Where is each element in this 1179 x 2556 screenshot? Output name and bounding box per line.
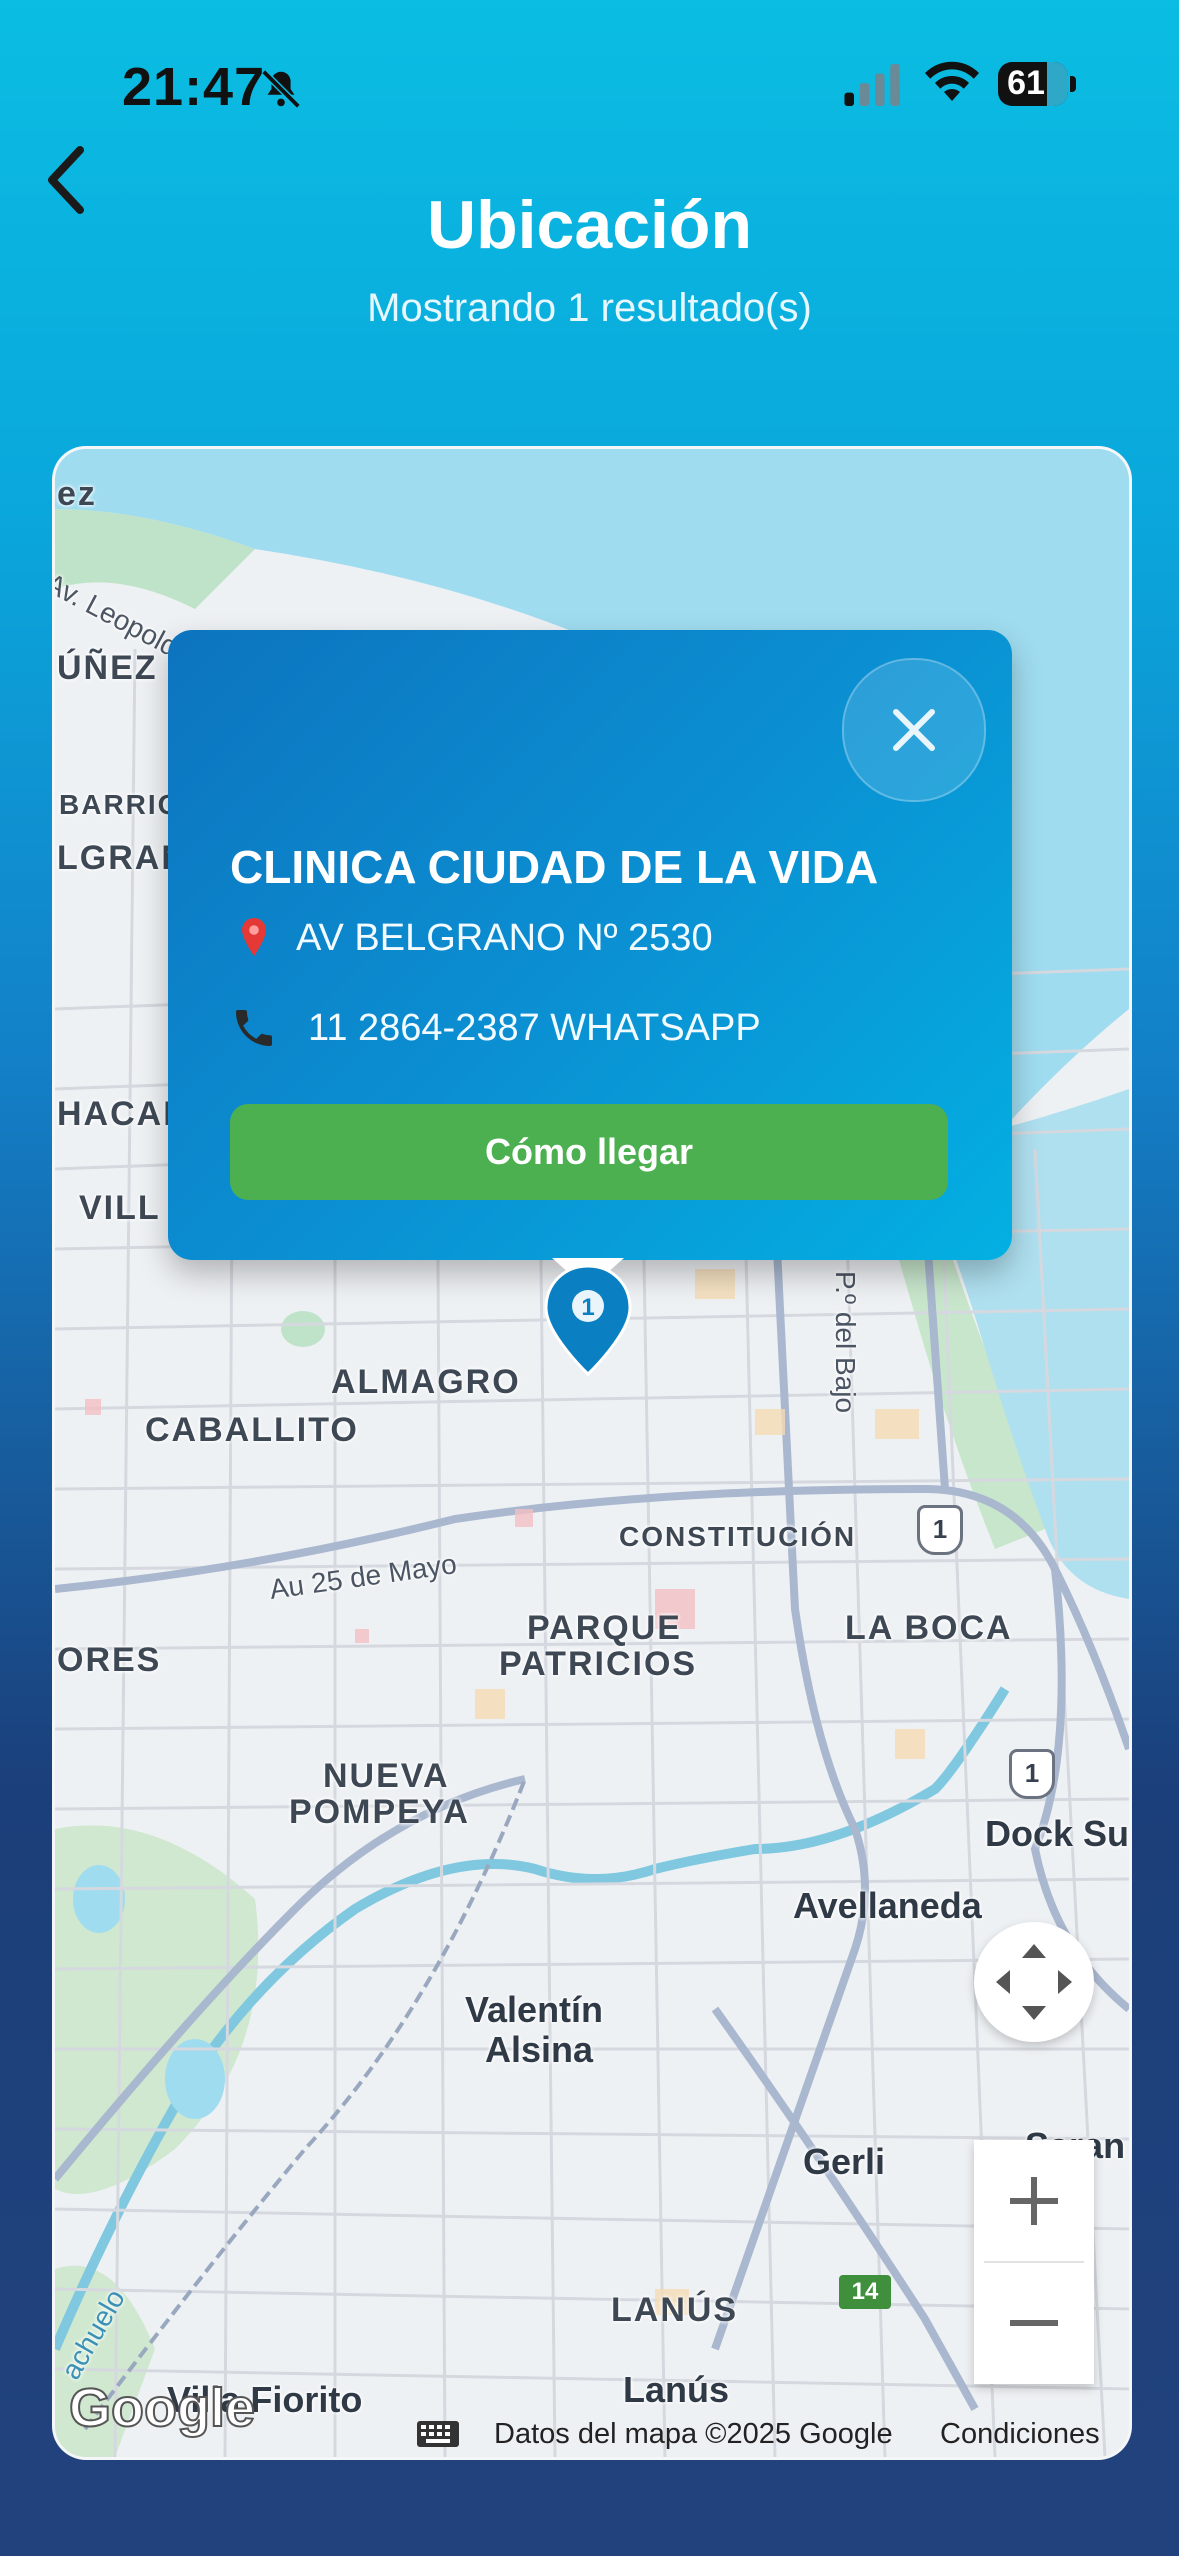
map-label: POMPEYA [289, 1793, 470, 1831]
route-badge: 1 [1009, 1749, 1055, 1799]
map-label: CABALLITO [145, 1411, 359, 1449]
map-label: LANÚS [611, 2291, 739, 2329]
zoom-in-button[interactable] [974, 2140, 1094, 2262]
route-badge: 1 [917, 1505, 963, 1555]
phone-text: 11 2864-2387 WHATSAPP [308, 1006, 761, 1049]
battery-level: 61 [1007, 64, 1045, 102]
pin-icon [242, 918, 266, 956]
zoom-out-button[interactable] [974, 2262, 1094, 2384]
map-label: CONSTITUCIÓN [619, 1521, 857, 1552]
marker-number: 1 [581, 1294, 594, 1321]
phone-row[interactable]: 11 2864-2387 WHATSAPP [230, 1004, 761, 1052]
cellular-signal-icon [844, 64, 900, 106]
map-label: ez [57, 475, 97, 513]
status-time: 21:47 [122, 57, 266, 117]
map-label: ORES [57, 1641, 162, 1679]
map-label: VILL [79, 1189, 161, 1227]
recenter-button[interactable] [974, 1922, 1094, 2042]
map-label: LA BOCA [845, 1609, 1013, 1647]
wifi-icon [925, 61, 979, 101]
location-name: CLINICA CIUDAD DE LA VIDA [230, 841, 879, 893]
results-count: Mostrando 1 resultado(s) [367, 286, 812, 330]
close-icon [893, 709, 935, 751]
location-marker[interactable]: 1 [540, 1262, 636, 1380]
map-label: Valentín [465, 1989, 604, 2030]
address-text: AV BELGRANO Nº 2530 [296, 916, 713, 959]
location-popup: CLINICA CIUDAD DE LA VIDA AV BELGRANO Nº… [168, 630, 1012, 1260]
map-attribution: Datos del mapa ©2025 Google [494, 2418, 893, 2450]
directions-button[interactable]: Cómo llegar [230, 1104, 948, 1200]
plus-icon [1010, 2177, 1058, 2225]
minus-icon [1010, 2320, 1058, 2326]
bell-slash-icon [261, 69, 301, 109]
map-label: Alsina [485, 2029, 594, 2070]
map-label: NUEVA [323, 1757, 450, 1795]
route-badge: 14 [839, 2275, 891, 2309]
page-title: Ubicación [427, 187, 752, 263]
terms-link[interactable]: Condiciones [940, 2418, 1100, 2451]
phone-icon [236, 1010, 272, 1046]
map-label: BARRIO [59, 789, 182, 820]
address-row: AV BELGRANO Nº 2530 [230, 914, 713, 962]
close-button[interactable] [842, 658, 986, 802]
recenter-arrows-icon [996, 1944, 1072, 2020]
battery-icon: 61 [998, 62, 1076, 108]
map-label: ALMAGRO [331, 1363, 521, 1401]
map-label: PARQUE [527, 1609, 682, 1647]
keyboard-shortcuts-icon[interactable] [416, 2420, 460, 2448]
map-label: Avellaneda [793, 1885, 982, 1926]
map-label: ÚÑEZ [57, 649, 158, 687]
map-label: P.º del Bajo [830, 1271, 861, 1414]
map-label: Lanús [623, 2369, 730, 2410]
map-label: PATRICIOS [499, 1645, 698, 1683]
map-label: Dock Su [985, 1813, 1130, 1854]
google-logo: Google [68, 2377, 256, 2439]
zoom-controls [974, 2140, 1094, 2384]
map-label: Gerli [803, 2141, 886, 2182]
